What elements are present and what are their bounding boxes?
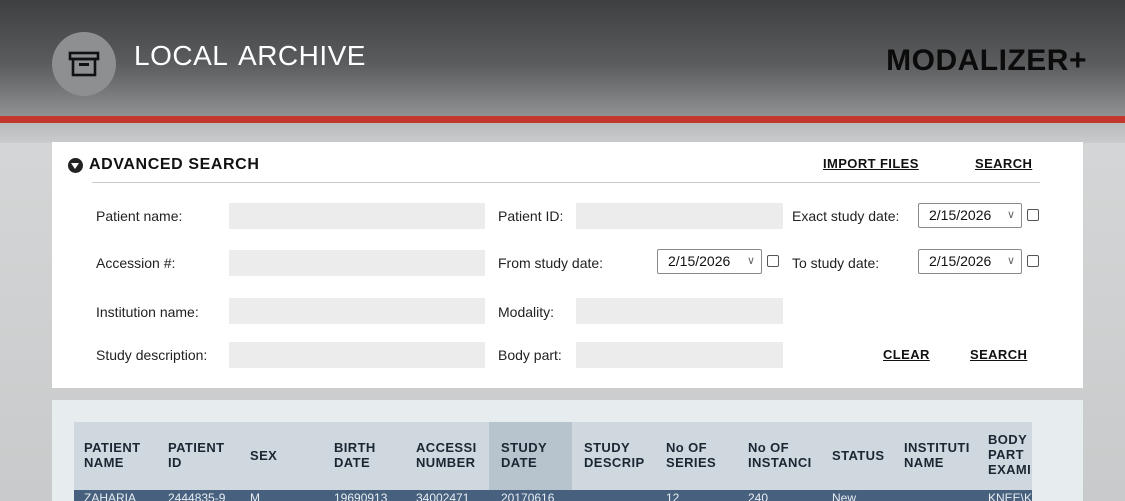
- cell-sex: M: [250, 491, 260, 501]
- col-header-instance-count[interactable]: No OF INSTANCI: [748, 422, 820, 490]
- col-header-patient-name[interactable]: PATIENT NAME: [84, 422, 160, 490]
- archive-box-icon: [52, 32, 116, 96]
- body-part-input[interactable]: [576, 342, 783, 368]
- col-header-status[interactable]: STATUS: [832, 422, 894, 490]
- patient-name-input[interactable]: [229, 203, 485, 229]
- patient-id-label: Patient ID:: [498, 208, 564, 224]
- institution-name-label: Institution name:: [96, 304, 199, 320]
- col-header-study-date[interactable]: STUDY DATE: [489, 422, 572, 490]
- header-accent-line: [0, 116, 1125, 123]
- study-description-label: Study description:: [96, 347, 208, 363]
- to-study-date-value: 2/15/2026: [929, 253, 992, 269]
- col-header-sex[interactable]: SEX: [250, 422, 300, 490]
- col-header-series-count[interactable]: No OF SERIES: [666, 422, 736, 490]
- to-study-date-picker[interactable]: 2/15/2026 ∨: [918, 249, 1022, 274]
- results-table-header: PATIENT NAME PATIENT ID SEX BIRTH DATE ACCE…: [74, 422, 1032, 490]
- cell-body-part: KNEE\K: [988, 491, 1032, 501]
- col-header-study-description[interactable]: STUDY DESCRIP: [584, 422, 656, 490]
- from-study-date-value: 2/15/2026: [668, 253, 731, 269]
- to-study-date-label: To study date:: [792, 255, 880, 271]
- accession-input[interactable]: [229, 250, 485, 276]
- advanced-search-title: ADVANCED SEARCH: [89, 156, 260, 173]
- chevron-down-icon: ∨: [746, 255, 755, 267]
- results-panel: PATIENT NAME PATIENT ID SEX BIRTH DATE ACCE…: [52, 400, 1083, 501]
- cell-birth-date: 19690913: [334, 491, 388, 501]
- table-row[interactable]: ZAHARIA 2444835-9 M 19690913 34002471 20…: [74, 490, 1032, 501]
- header-subband: [0, 123, 1125, 143]
- chevron-down-icon: ∨: [1006, 209, 1015, 221]
- to-study-date-checkbox[interactable]: [1027, 255, 1039, 267]
- search-button[interactable]: SEARCH: [970, 347, 1027, 362]
- cell-study-date: 20170616: [501, 491, 555, 501]
- clear-button[interactable]: CLEAR: [883, 347, 930, 362]
- col-header-patient-id[interactable]: PATIENT ID: [168, 422, 234, 490]
- patient-name-label: Patient name:: [96, 208, 183, 224]
- cell-patient-id: 2444835-9: [168, 491, 226, 501]
- import-files-link[interactable]: IMPORT FILES: [823, 156, 919, 171]
- exact-study-date-picker[interactable]: 2/15/2026 ∨: [918, 203, 1022, 228]
- from-study-date-picker[interactable]: 2/15/2026 ∨: [657, 249, 762, 274]
- modality-label: Modality:: [498, 304, 555, 320]
- accession-label: Accession #:: [96, 255, 176, 271]
- page-title: LOCAL ARCHIVE: [134, 40, 366, 71]
- advanced-search-toggle[interactable]: ADVANCED SEARCH: [68, 156, 260, 174]
- chevron-down-icon: ∨: [1006, 255, 1015, 267]
- from-study-date-label: From study date:: [498, 255, 604, 271]
- collapse-triangle-icon: [68, 157, 83, 173]
- advanced-search-panel: ADVANCED SEARCH IMPORT FILES SEARCH Pati…: [52, 142, 1083, 388]
- exact-study-date-label: Exact study date:: [792, 208, 900, 224]
- exact-study-date-checkbox[interactable]: [1027, 209, 1039, 221]
- cell-series-count: 12: [666, 491, 680, 501]
- cell-patient-name: ZAHARIA: [84, 491, 137, 501]
- col-header-body-part[interactable]: BODYPARTEXAMINE: [988, 422, 1032, 490]
- body-part-label: Body part:: [498, 347, 562, 363]
- from-study-date-checkbox[interactable]: [767, 255, 779, 267]
- col-header-accession-number[interactable]: ACCESSI NUMBER: [416, 422, 489, 490]
- cell-status: New: [832, 491, 857, 501]
- cell-instance-count: 240: [748, 491, 769, 501]
- app-header: LOCAL ARCHIVE MODALIZER+: [0, 0, 1125, 116]
- institution-name-input[interactable]: [229, 298, 485, 324]
- search-link-top[interactable]: SEARCH: [975, 156, 1032, 171]
- col-header-institution-name[interactable]: INSTITUTI NAME: [904, 422, 978, 490]
- study-description-input[interactable]: [229, 342, 485, 368]
- col-header-birth-date[interactable]: BIRTH DATE: [334, 422, 404, 490]
- modality-input[interactable]: [576, 298, 783, 324]
- cell-accession-number: 34002471: [416, 491, 470, 501]
- panel-divider: [92, 182, 1040, 183]
- brand-logo: MODALIZER+: [886, 44, 1087, 77]
- exact-study-date-value: 2/15/2026: [929, 207, 992, 223]
- patient-id-input[interactable]: [576, 203, 783, 229]
